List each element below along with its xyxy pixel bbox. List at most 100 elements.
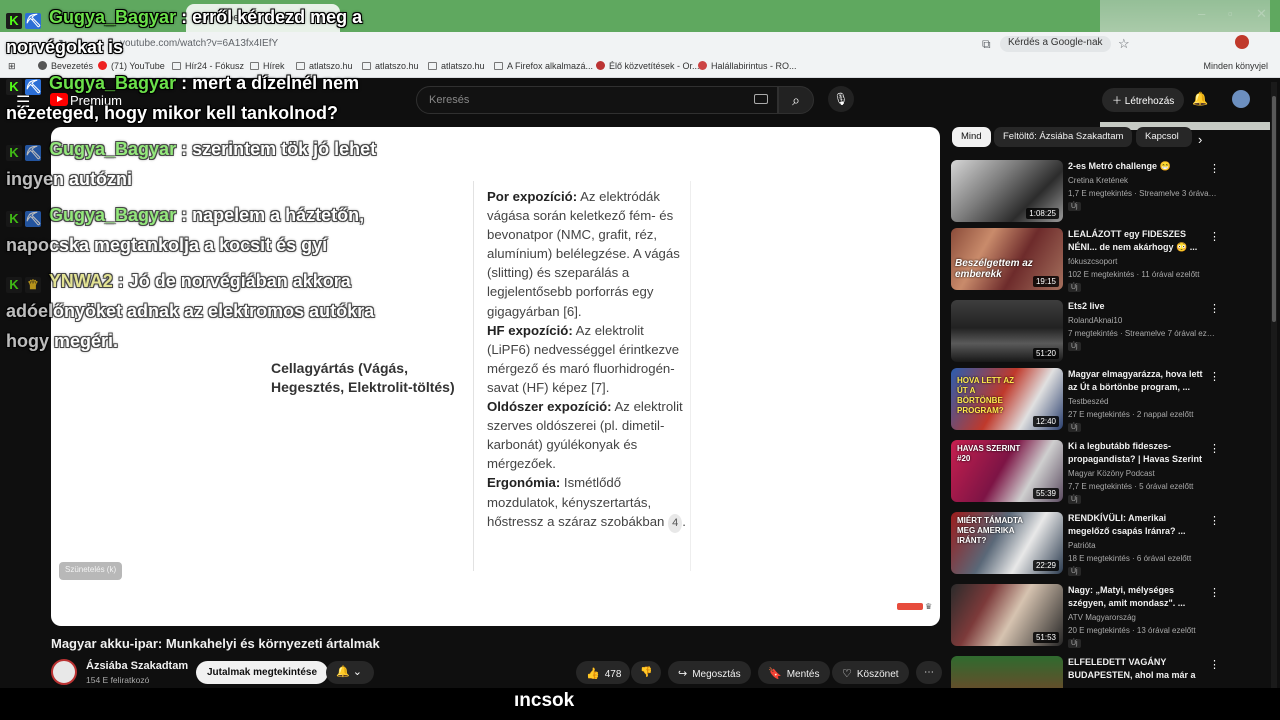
recommendation-title[interactable]: Ki a legbutább fideszes-propagandista? |… [1068,440,1203,466]
bookmark-item[interactable]: A Firefox alkalmazá... [494,61,593,71]
recommendation-meta: 7,7 E megtekintés · 5 órával ezelőtt [1068,482,1194,491]
channel-watermark-icon [897,603,923,610]
recommendation-channel[interactable]: Magyar Közöny Podcast [1068,469,1155,478]
thumbnail-caption: HAVAS SZERINT #20 [957,444,1021,463]
recommendation-title[interactable]: RENDKÍVÜLI: Amerikai megelőző csapás Irá… [1068,512,1203,538]
more-actions-button[interactable]: ⋯ [916,661,942,684]
video-thumbnail[interactable]: HAVAS SZERINT #20 55:39 [951,440,1063,502]
recommendation-title[interactable]: ELFELEDETT VAGÁNY BUDAPESTEN, ahol ma má… [1068,656,1203,682]
more-vert-icon[interactable]: ⋮ [1209,658,1220,671]
chip-related[interactable]: Kapcsol [1136,127,1192,147]
keyboard-icon[interactable] [754,94,768,104]
recommendation-title[interactable]: Ets2 live [1068,300,1203,313]
more-vert-icon[interactable]: ⋮ [1209,586,1220,599]
chat-username: Gugya_Bagyar [49,73,177,93]
duration-badge: 51:53 [1032,632,1059,643]
video-thumbnail[interactable]: MIÉRT TÁMADTA MEG AMERIKA IRÁNT? 22:29 [951,512,1063,574]
bookmark-item[interactable]: atlatszo.hu [428,61,485,71]
notifications-bell-icon[interactable]: 🔔 [1192,91,1208,107]
search-input[interactable]: Keresés [416,86,778,114]
video-thumbnail[interactable]: 1:08:25 [951,160,1063,222]
more-vert-icon[interactable]: ⋮ [1209,302,1220,315]
more-vert-icon[interactable]: ⋮ [1209,370,1220,383]
bookmark-item[interactable]: Élő közvetítések - Or... [596,61,700,71]
chevron-right-icon[interactable]: › [1198,132,1202,147]
recommendation-channel[interactable]: Testbeszéd [1068,397,1108,406]
recommendation-item[interactable]: ELFELEDETT VAGÁNY BUDAPESTEN, ahol ma má… [951,656,1267,688]
browser-profile-avatar[interactable] [1235,35,1249,49]
recommendation-title[interactable]: Magyar elmagyarázza, hova lett az Út a b… [1068,368,1203,394]
recommendation-channel[interactable]: RolandAknai10 [1068,316,1122,325]
new-badge: Új [1068,639,1081,648]
new-badge: Új [1068,495,1081,504]
pickaxe-badge-icon: ⛏ [25,145,42,161]
user-avatar[interactable] [1232,90,1250,108]
chat-username: Gugya_Bagyar [49,7,177,27]
pause-tooltip: Szünetelés (k) [59,562,123,580]
video-thumbnail[interactable]: Beszélgettem az emberekk 19:15 [951,228,1063,290]
recommendation-item[interactable]: Beszélgettem az emberekk 19:15 LEALÁZOTT … [951,228,1267,292]
recommendation-item[interactable]: 51:53 Nagy: „Matyi, mélységes szégyen, a… [951,584,1267,648]
search-button[interactable]: ⌕ [778,86,814,114]
recommendation-item[interactable]: HAVAS SZERINT #20 55:39 Ki a legbutább fi… [951,440,1267,504]
chat-message: K ⛏ Gugya_Bagyar : napelem a háztetőn, na… [6,205,365,255]
chip-all[interactable]: Mind [952,127,991,147]
recommendation-channel[interactable]: fókuszcsoport [1068,257,1117,266]
scrollbar-thumb[interactable] [1272,96,1276,322]
kick-badge-icon: K [6,211,22,227]
like-button[interactable]: 👍 478 [576,661,630,684]
create-button[interactable]: ＋ Létrehozás [1102,88,1185,112]
bookmark-star-icon[interactable]: ☆ [1118,36,1130,52]
recommendation-title[interactable]: 2-es Metró challenge 😁 [1068,160,1203,173]
recommendation-item[interactable]: 1:08:25 2-es Metró challenge 😁 Cretina K… [951,160,1267,224]
recommendation-item[interactable]: 51:20 Ets2 live RolandAknai10 7 megtekin… [951,300,1267,364]
chevron-down-icon: ⌄ [352,666,362,678]
chat-message: K ♛ YNWA2 : Jó de norvégiában akkora adóe… [6,271,375,351]
video-thumbnail[interactable]: HOVA LETT AZ ÚT A BÖRTÖNBE PROGRAM? 12:40 [951,368,1063,430]
video-thumbnail[interactable] [951,656,1063,688]
screen: YouTube – ▫ ✕ ← → ↻ youtube.com/watch?v=… [0,0,1280,720]
recommendation-meta: 18 E megtekintés · 6 órával ezelőtt [1068,554,1192,563]
more-icon: ⋯ [924,667,934,678]
google-search-button[interactable]: Kérdés a Google-nak [1000,36,1111,52]
share-button[interactable]: ↪ Megosztás [668,661,751,684]
recommendation-item[interactable]: MIÉRT TÁMADTA MEG AMERIKA IRÁNT? 22:29 RE… [951,512,1267,576]
video-thumbnail[interactable]: 51:20 [951,300,1063,362]
chat-message: K ⛏ Gugya_Bagyar : erről kérdezd meg a no… [6,7,363,57]
new-badge: Új [1068,567,1081,576]
save-button[interactable]: 🔖 Mentés [758,661,830,684]
voice-search-button[interactable]: 🎙 [828,86,854,112]
folder-icon [494,62,503,70]
chat-message: K ⛏ Gugya_Bagyar : mert a dízelnél nem né… [6,73,360,123]
bookmark-item[interactable]: Halállabirintus - RO... [698,61,797,71]
channel-avatar[interactable] [51,659,77,685]
duration-badge: 12:40 [1032,416,1059,427]
bottom-subtitle: ıncsok [514,690,575,711]
dislike-button[interactable]: 👎 [631,661,661,684]
thumbnail-caption: HOVA LETT AZ ÚT A BÖRTÖNBE PROGRAM? [957,376,1015,415]
recommendation-item[interactable]: HOVA LETT AZ ÚT A BÖRTÖNBE PROGRAM? 12:40… [951,368,1267,432]
slide-item: HF expozíció: Az elektrolit (LiPF6) nedv… [487,322,680,395]
more-vert-icon[interactable]: ⋮ [1209,514,1220,527]
crown-badge-icon: ♛ [25,277,41,293]
channel-name[interactable]: Ázsiába Szakadtam [86,660,188,672]
chip-uploader[interactable]: Feltöltő: Ázsiába Szakadtam [994,127,1133,147]
install-icon[interactable]: ⧉ [982,37,991,52]
bookmark-item[interactable]: atlatszo.hu [362,61,419,71]
recommendation-channel[interactable]: Cretina Kretének [1068,176,1128,185]
recommendation-meta: 7 megtekintés · Streamelve 7 órával ezel… [1068,329,1218,338]
more-vert-icon[interactable]: ⋮ [1209,162,1220,175]
thumbnail-caption: MIÉRT TÁMADTA MEG AMERIKA IRÁNT? [957,516,1023,545]
video-thumbnail[interactable]: 51:53 [951,584,1063,646]
recommendation-title[interactable]: Nagy: „Matyi, mélységes szégyen, amit mo… [1068,584,1203,610]
subscribed-bell-button[interactable]: 🔔 ⌄ [326,661,374,684]
recommendation-channel[interactable]: ATV Magyarország [1068,613,1136,622]
pickaxe-badge-icon: ⛏ [25,79,42,95]
recommendation-title[interactable]: LEALÁZOTT egy FIDESZES NÉNI... de nem ak… [1068,228,1203,254]
thanks-button[interactable]: ♡ Köszönet [832,661,909,684]
recommendation-channel[interactable]: Patrióta [1068,541,1096,550]
join-button[interactable]: Jutalmak megtekintése [196,661,329,684]
more-vert-icon[interactable]: ⋮ [1209,442,1220,455]
other-bookmarks[interactable]: Minden könyvjel [1203,61,1268,71]
more-vert-icon[interactable]: ⋮ [1209,230,1220,243]
